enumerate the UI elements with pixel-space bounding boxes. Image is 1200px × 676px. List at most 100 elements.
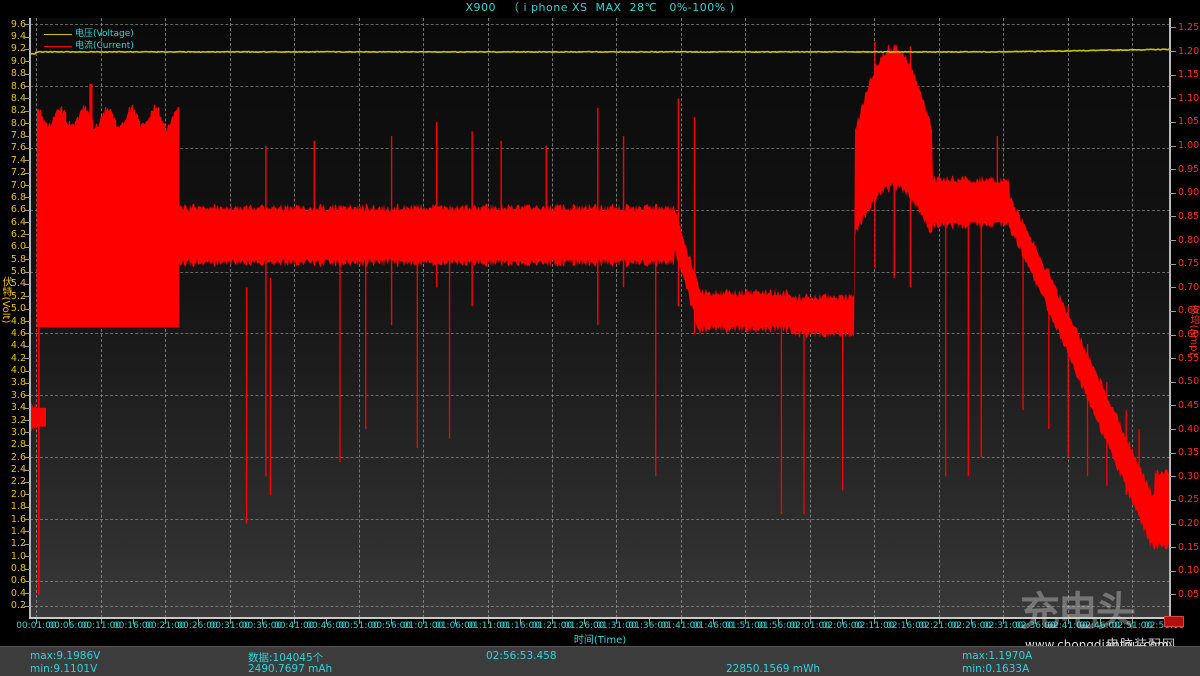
x-axis-tick (1100, 619, 1101, 624)
y-axis-right-tick-label: 0.90 (1178, 188, 1199, 197)
y-axis-right-tick (1170, 429, 1176, 430)
y-axis-left-tick-label: 0.6 (0, 576, 26, 585)
y-axis-left-tick (24, 284, 30, 285)
y-axis-left-tick (24, 470, 30, 471)
y-axis-right-tick (1170, 27, 1176, 28)
y-axis-left-tick (24, 445, 30, 446)
status-energy-mwh: 22850.1569 mWh (726, 663, 820, 675)
y-axis-left-tick (24, 531, 30, 532)
y-axis-left-tick-label: 6.2 (0, 230, 26, 239)
x-axis-tick (391, 619, 392, 624)
y-axis-right-tick (1170, 122, 1176, 123)
y-axis-left-tick-label: 8.0 (0, 119, 26, 128)
y-axis-left-tick-label: 4.2 (0, 354, 26, 363)
y-axis-left-tick (24, 321, 30, 322)
y-axis-right-tick (1170, 453, 1176, 454)
status-bar: max:9.1986V min:9.1101V 数据:104045个 2490.… (0, 646, 1200, 676)
status-capacity-mah: 2490.7697 mAh (248, 663, 332, 675)
x-axis-tick (326, 619, 327, 624)
y-axis-right-tick (1170, 476, 1176, 477)
y-axis-left-tick-label: 7.2 (0, 168, 26, 177)
legend-swatch-voltage (44, 34, 72, 35)
y-axis-right-tick-label: 0.50 (1178, 377, 1199, 386)
y-axis-left-tick-label: 8.4 (0, 94, 26, 103)
y-axis-left-tick-label: 5.8 (0, 255, 26, 264)
legend-label-voltage: 电压(Voltage) (75, 28, 134, 40)
x-axis-line (29, 617, 1171, 619)
y-axis-right-tick (1170, 169, 1176, 170)
status-voltage-min: min:9.1101V (30, 663, 97, 675)
y-axis-left-tick (24, 371, 30, 372)
y-axis-left-tick (24, 309, 30, 310)
y-axis-left-tick-label: 6.0 (0, 242, 26, 251)
y-axis-left-tick (24, 519, 30, 520)
x-axis-tick (133, 619, 134, 624)
x-axis-tick (1035, 619, 1036, 624)
y-axis-left-tick (24, 123, 30, 124)
y-axis-left-tick (24, 383, 30, 384)
y-axis-right-tick (1170, 51, 1176, 52)
y-axis-left-tick (24, 556, 30, 557)
y-axis-right-tick (1170, 358, 1176, 359)
y-axis-right-tick (1170, 571, 1176, 572)
y-axis-right-tick-label: 0.30 (1178, 472, 1199, 481)
voltage-trace (30, 49, 1170, 54)
y-axis-left-tick (24, 136, 30, 137)
y-axis-right-tick-label: 0.15 (1178, 543, 1199, 552)
y-axis-left-tick (24, 457, 30, 458)
y-axis-right-tick-label: 0.70 (1178, 283, 1199, 292)
y-axis-left-tick (24, 507, 30, 508)
y-axis-left-tick-label: 4.4 (0, 341, 26, 350)
y-axis-left-tick-label: 7.4 (0, 156, 26, 165)
x-axis-tick (874, 619, 875, 624)
y-axis-right-tick (1170, 382, 1176, 383)
x-axis-tick (1003, 619, 1004, 624)
chart-plot-area[interactable] (30, 18, 1170, 618)
y-axis-left-tick (24, 408, 30, 409)
x-axis-tick (1068, 619, 1069, 624)
current-trace-dense (37, 105, 179, 328)
y-axis-right-tick-label: 1.25 (1178, 23, 1199, 32)
status-elapsed-time: 02:56:53.458 (486, 650, 557, 662)
y-axis-right-tick-label: 1.00 (1178, 141, 1199, 150)
y-axis-right-tick-label: 0.75 (1178, 259, 1199, 268)
x-axis-tick (101, 619, 102, 624)
x-axis-tick (520, 619, 521, 624)
x-axis-tick (359, 619, 360, 624)
page-title: X900 （ i phone XS MAX 28℃ 0%-100% ) (0, 0, 1200, 16)
y-axis-left-tick-label: 3.8 (0, 378, 26, 387)
status-current-max: max:1.1970A (962, 650, 1032, 662)
y-axis-left-tick-label: 5.6 (0, 267, 26, 276)
x-axis-tick (649, 619, 650, 624)
y-axis-left-tick (24, 259, 30, 260)
y-axis-left-tick-label: 0.2 (0, 601, 26, 610)
y-axis-right-tick-label: 0.40 (1178, 425, 1199, 434)
y-axis-right-tick-label: 0.20 (1178, 519, 1199, 528)
y-axis-left-tick-label: 8.2 (0, 106, 26, 115)
y-axis-left-tick-label: 9.4 (0, 32, 26, 41)
legend-label-current: 电流(Current) (75, 40, 134, 52)
y-axis-left-tick (24, 581, 30, 582)
y-axis-right-tick (1170, 594, 1176, 595)
y-axis-left-title: 伏特(Volt) (0, 277, 13, 324)
x-axis-tick (1164, 619, 1165, 624)
y-axis-right-tick (1170, 311, 1176, 312)
y-axis-right-tick (1170, 335, 1176, 336)
y-axis-right-tick-label: 0.10 (1178, 566, 1199, 575)
x-axis-tick (36, 619, 37, 624)
y-axis-left-tick (24, 593, 30, 594)
y-axis-left-tick (24, 606, 30, 607)
y-axis-left-tick-label: 6.6 (0, 205, 26, 214)
y-axis-left-tick (24, 197, 30, 198)
x-axis-tick (423, 619, 424, 624)
y-axis-right-tick-label: 0.45 (1178, 401, 1199, 410)
y-axis-left-tick (24, 74, 30, 75)
x-axis-tick (165, 619, 166, 624)
status-current-min: min:0.1633A (962, 663, 1029, 675)
y-axis-right-tick (1170, 547, 1176, 548)
current-trace-band (30, 44, 1170, 550)
y-axis-left-tick-label: 2.2 (0, 477, 26, 486)
y-axis-left-tick-label: 1.6 (0, 515, 26, 524)
y-axis-left-tick-label: 7.6 (0, 143, 26, 152)
y-axis-left-tick-label: 1.2 (0, 539, 26, 548)
